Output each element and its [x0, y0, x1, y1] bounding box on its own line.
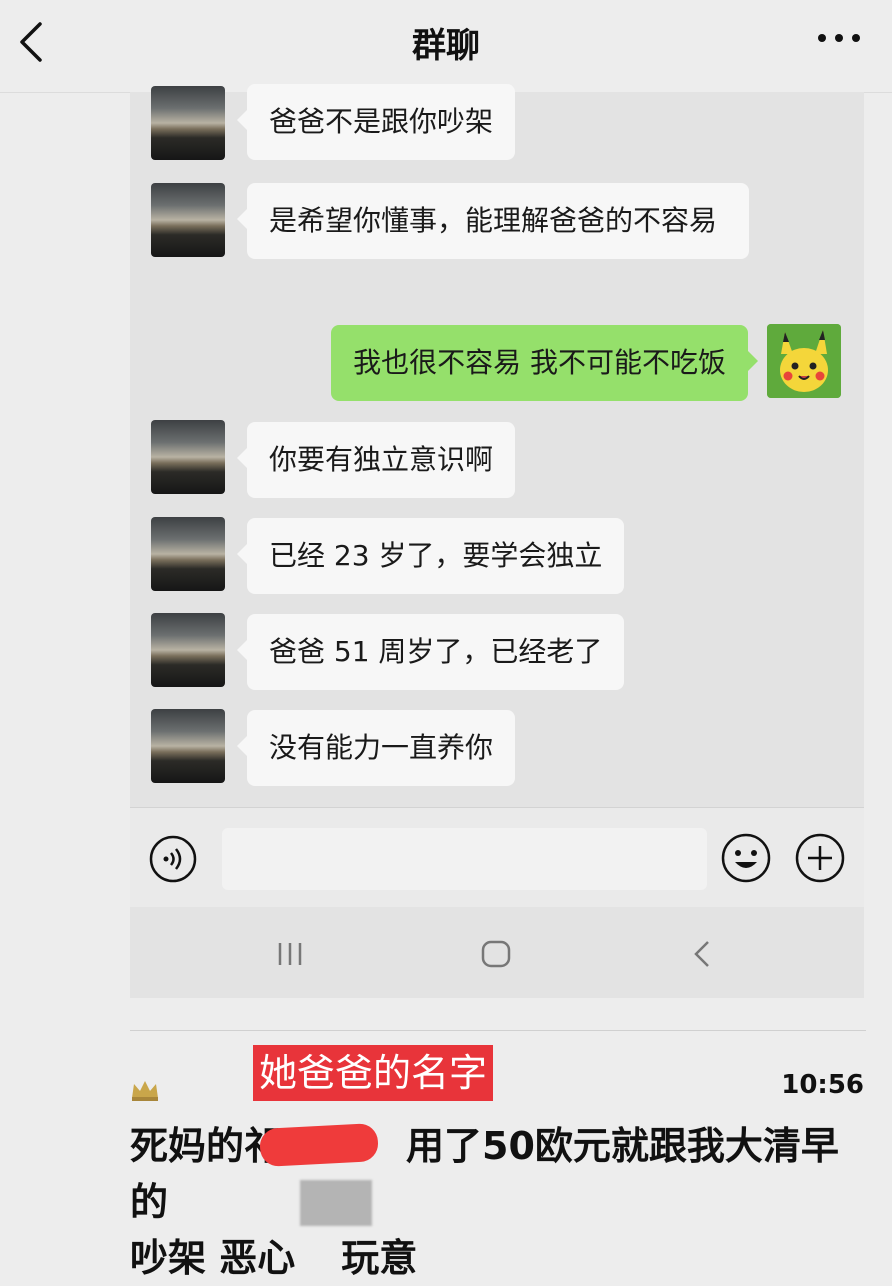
- avatar[interactable]: [151, 613, 225, 687]
- message-text: 爸爸不是跟你吵架: [269, 105, 494, 138]
- emoji-icon[interactable]: [720, 832, 772, 884]
- more-dots-icon[interactable]: [816, 28, 862, 48]
- avatar[interactable]: [151, 517, 225, 591]
- message-text: 已经 23 岁了，要学会独立: [269, 539, 603, 572]
- input-bar: [130, 807, 864, 908]
- post-comment: 死妈的祁 用了50欧元就跟我大清早的 吵架 恶心 玩意: [130, 1118, 870, 1286]
- message-input[interactable]: [222, 828, 707, 890]
- name-annotation: 她爸爸的名字: [253, 1045, 494, 1101]
- divider: [130, 1030, 866, 1031]
- top-bar: 群聊: [0, 0, 892, 93]
- message-bubble: 没有能力一直养你: [236, 710, 516, 786]
- message-bubble-self: 我也很不容易 我不可能不吃饭: [331, 325, 758, 401]
- message-text: 是希望你懂事，能理解爸爸的不容易: [269, 204, 718, 237]
- message-text: 你要有独立意识啊: [269, 443, 494, 476]
- system-nav-bar: [130, 907, 864, 998]
- avatar[interactable]: [151, 183, 225, 257]
- message-text: 没有能力一直养你: [269, 731, 494, 764]
- avatar[interactable]: [151, 420, 225, 494]
- message-text: 我也很不容易 我不可能不吃饭: [353, 346, 726, 379]
- recent-apps-icon[interactable]: [276, 941, 304, 967]
- message-bubble: 已经 23 岁了，要学会独立: [236, 518, 625, 594]
- message-list: 爸爸不是跟你吵架 是希望你懂事，能理解爸爸的不容易 我也很不容易 我不可能不吃饭: [130, 84, 864, 807]
- post-time: 10:56: [781, 1070, 864, 1100]
- message-text: 爸爸 51 周岁了，已经老了: [269, 635, 603, 668]
- avatar[interactable]: [151, 709, 225, 783]
- chat-screenshot: 爸爸不是跟你吵架 是希望你懂事，能理解爸爸的不容易 我也很不容易 我不可能不吃饭: [130, 84, 864, 998]
- comment-text: 玩意: [341, 1236, 418, 1280]
- message-bubble: 是希望你懂事，能理解爸爸的不容易: [237, 183, 749, 259]
- pikachu-avatar[interactable]: [767, 324, 841, 398]
- voice-icon[interactable]: [148, 834, 198, 884]
- crown-icon: [132, 1081, 158, 1101]
- message-bubble: 爸爸不是跟你吵架: [236, 84, 516, 160]
- nav-back-icon[interactable]: [692, 939, 712, 969]
- page-title: 群聊: [412, 26, 480, 66]
- message-bubble: 爸爸 51 周岁了，已经老了: [236, 614, 625, 690]
- avatar[interactable]: [151, 86, 225, 160]
- plus-icon[interactable]: [794, 832, 846, 884]
- message-bubble: 你要有独立意识啊: [236, 422, 516, 498]
- comment-text: 吵架 恶心: [130, 1236, 296, 1280]
- red-redaction-mark: [259, 1122, 379, 1168]
- pikachu-icon: [767, 324, 841, 398]
- home-icon[interactable]: [480, 939, 512, 969]
- gray-redaction-mark: [300, 1180, 372, 1226]
